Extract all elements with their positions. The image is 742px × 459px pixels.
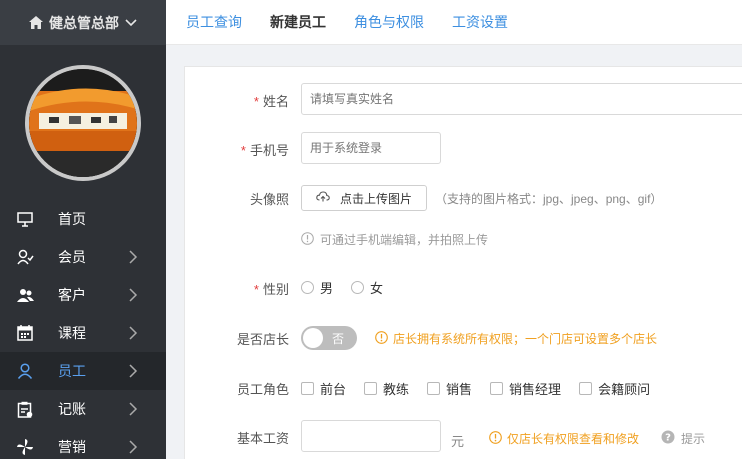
- user-icon: [16, 362, 34, 380]
- cloud-upload-icon: [316, 191, 330, 205]
- radio-button[interactable]: [351, 281, 365, 294]
- salary-label: 基本工资: [236, 431, 289, 446]
- name-label: * 姓名: [253, 94, 289, 109]
- manager-label: 是否店长: [236, 332, 289, 347]
- sidebar-item-customers[interactable]: 客户: [0, 276, 166, 314]
- gender-option-female[interactable]: 女: [351, 278, 383, 297]
- home-icon: [29, 16, 43, 29]
- info-icon: [301, 231, 314, 248]
- phone-label: * 手机号: [240, 143, 289, 158]
- help-icon: ?: [661, 430, 675, 447]
- checkbox[interactable]: [490, 382, 504, 395]
- chevron-right-icon: [129, 326, 138, 340]
- users-icon: [16, 286, 34, 304]
- avatar[interactable]: [25, 65, 141, 181]
- chevron-down-icon: [125, 18, 137, 27]
- required-mark: *: [253, 94, 259, 109]
- salary-input[interactable]: [301, 420, 441, 452]
- sidebar-item-staff[interactable]: 员工: [0, 352, 166, 390]
- chevron-right-icon: [129, 440, 138, 454]
- sidebar-nav: 首页 会员 客户 课程 员工 记账 营销: [0, 200, 166, 459]
- warning-icon: [489, 430, 502, 447]
- store-switcher[interactable]: 健总管总部: [0, 0, 166, 45]
- salary-help[interactable]: ? 提示: [661, 430, 705, 447]
- role-label: 员工角色: [236, 382, 289, 397]
- toggle-label: 否: [332, 331, 345, 346]
- sidebar-item-marketing[interactable]: 营销: [0, 428, 166, 459]
- new-staff-form: *姓名 *手机号 头像照 点击上传图片 （支持的图片格式：jpg、jpeg、pn…: [184, 66, 742, 459]
- avatar-label: 头像照: [249, 192, 289, 207]
- sidebar-item-courses[interactable]: 课程: [0, 314, 166, 352]
- role-option-front-desk[interactable]: 前台: [301, 379, 346, 398]
- sidebar-item-label: 员工: [58, 363, 86, 379]
- pinwheel-icon: [16, 438, 34, 456]
- tab-staff-query[interactable]: 员工查询: [186, 12, 242, 32]
- svg-text:?: ?: [665, 433, 671, 444]
- monitor-icon: [16, 210, 34, 228]
- upload-label: 点击上传图片: [340, 191, 413, 206]
- role-option-sales[interactable]: 销售: [427, 379, 472, 398]
- sidebar-item-label: 会员: [58, 249, 86, 265]
- salary-warning: 仅店长有权限查看和修改: [489, 430, 639, 447]
- radio-button[interactable]: [301, 281, 314, 294]
- gender-radio-group: 男 女: [301, 278, 395, 297]
- name-input[interactable]: [301, 83, 742, 115]
- top-tab-bar: 员工查询 新建员工 角色与权限 工资设置: [166, 0, 742, 45]
- checkbox[interactable]: [301, 382, 314, 395]
- role-option-sales-manager[interactable]: 销售经理: [490, 379, 561, 398]
- chevron-right-icon: [129, 402, 138, 416]
- checkbox[interactable]: [579, 382, 593, 395]
- sidebar-item-members[interactable]: 会员: [0, 238, 166, 276]
- manager-toggle[interactable]: 否: [301, 326, 357, 350]
- calendar-icon: [16, 324, 34, 342]
- sidebar-item-home[interactable]: 首页: [0, 200, 166, 238]
- sidebar: 健总管总部 首页 会员 客户 课程 员工 记账 营销: [0, 0, 166, 459]
- toggle-knob: [303, 328, 323, 348]
- tab-salary-settings[interactable]: 工资设置: [452, 12, 508, 32]
- manager-warning: 店长拥有系统所有权限；一个门店可设置多个店长: [375, 330, 657, 347]
- phone-input[interactable]: [301, 132, 441, 164]
- format-hint: （支持的图片格式：jpg、jpeg、png、gif）: [435, 192, 663, 206]
- role-option-coach[interactable]: 教练: [364, 379, 409, 398]
- checkbox[interactable]: [427, 382, 441, 395]
- clipboard-icon: [16, 400, 34, 418]
- role-option-membership-advisor[interactable]: 会籍顾问: [579, 379, 650, 398]
- warning-icon: [375, 330, 388, 347]
- tab-new-staff[interactable]: 新建员工: [270, 12, 326, 32]
- chevron-right-icon: [129, 288, 138, 302]
- tab-roles-permissions[interactable]: 角色与权限: [354, 12, 424, 32]
- salary-unit: 元: [451, 434, 465, 449]
- upload-image-button[interactable]: 点击上传图片: [301, 185, 428, 211]
- sidebar-item-label: 课程: [58, 325, 86, 341]
- sidebar-item-accounting[interactable]: 记账: [0, 390, 166, 428]
- required-mark: *: [240, 143, 246, 158]
- sidebar-item-label: 首页: [58, 211, 86, 227]
- required-mark: *: [253, 282, 259, 297]
- user-check-icon: [16, 248, 34, 266]
- gender-option-male[interactable]: 男: [301, 278, 333, 297]
- checkbox[interactable]: [364, 382, 378, 395]
- sidebar-item-label: 记账: [58, 401, 86, 417]
- gender-label: * 性别: [253, 282, 289, 297]
- sidebar-item-label: 客户: [58, 287, 86, 303]
- chevron-right-icon: [129, 364, 138, 378]
- store-name: 健总管总部: [49, 14, 119, 31]
- mobile-hint: 可通过手机端编辑，并拍照上传: [301, 231, 488, 248]
- sidebar-item-label: 营销: [58, 439, 86, 455]
- role-checkbox-group: 前台 教练 销售 销售经理 会籍顾问: [301, 379, 662, 398]
- chevron-right-icon: [129, 250, 138, 264]
